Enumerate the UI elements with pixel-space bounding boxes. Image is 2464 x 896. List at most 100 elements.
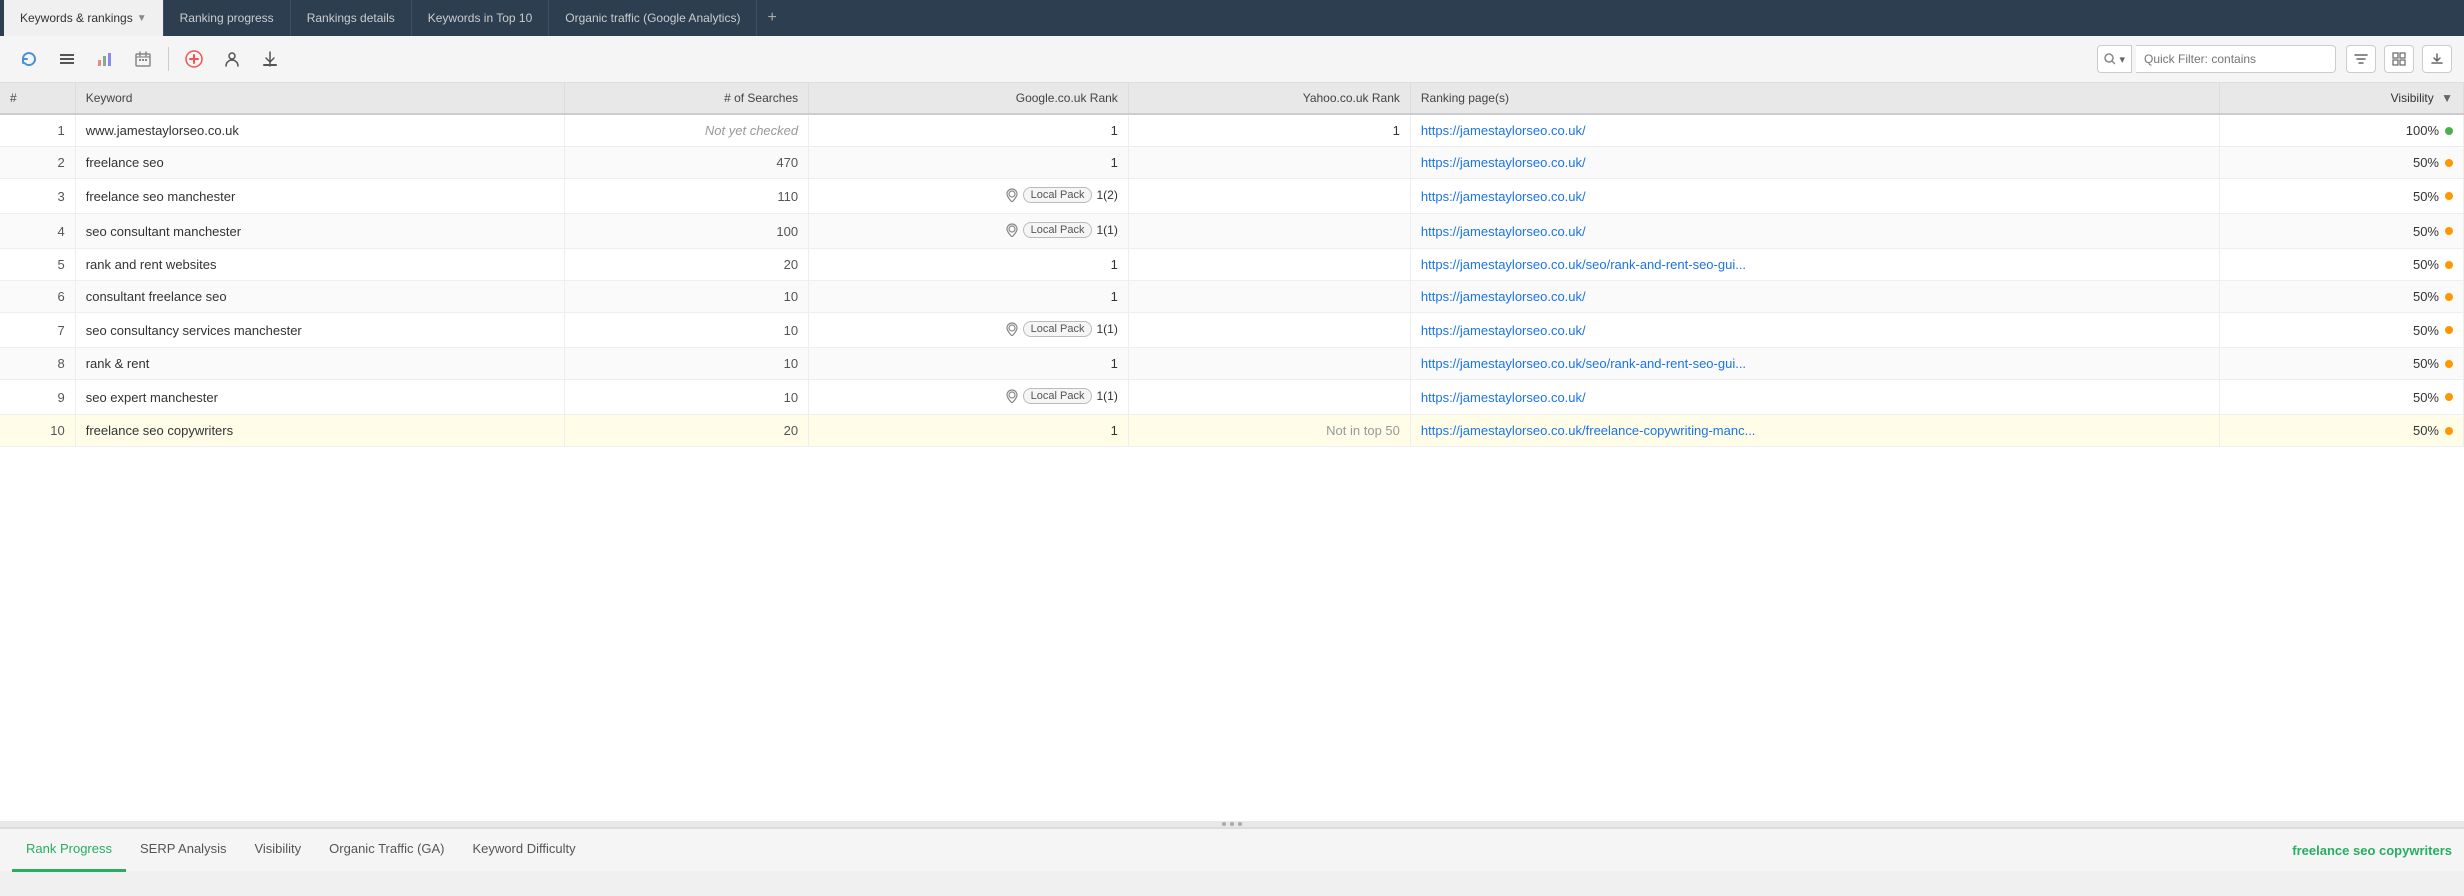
- row-ranking-page[interactable]: https://jamestaylorseo.co.uk/: [1410, 179, 2219, 214]
- row-yahoo-rank: [1128, 179, 1410, 214]
- row-ranking-page[interactable]: https://jamestaylorseo.co.uk/: [1410, 147, 2219, 179]
- row-keyword[interactable]: rank & rent: [75, 348, 564, 380]
- row-num: 4: [0, 214, 75, 249]
- row-google-rank: 1: [809, 114, 1129, 147]
- row-visibility: 50%: [2219, 214, 2463, 249]
- row-google-rank: 1: [809, 147, 1129, 179]
- tab-bar: Keywords & rankings ▼ Ranking progress R…: [0, 0, 2464, 36]
- row-searches: 100: [564, 214, 808, 249]
- row-visibility: 50%: [2219, 380, 2463, 415]
- table-row: 8rank & rent101https://jamestaylorseo.co…: [0, 348, 2464, 380]
- bottom-tab-rank-progress[interactable]: Rank Progress: [12, 828, 126, 872]
- row-keyword[interactable]: freelance seo manchester: [75, 179, 564, 214]
- row-ranking-page[interactable]: https://jamestaylorseo.co.uk/: [1410, 114, 2219, 147]
- row-ranking-page[interactable]: https://jamestaylorseo.co.uk/: [1410, 214, 2219, 249]
- row-google-rank: Local Pack 1(1): [809, 380, 1129, 415]
- row-visibility: 50%: [2219, 348, 2463, 380]
- row-searches: 20: [564, 249, 808, 281]
- user-button[interactable]: [215, 42, 249, 76]
- tab-organic-traffic[interactable]: Organic traffic (Google Analytics): [549, 0, 757, 36]
- row-keyword[interactable]: rank and rent websites: [75, 249, 564, 281]
- tab-ranking-progress[interactable]: Ranking progress: [164, 0, 291, 36]
- row-searches: 20: [564, 415, 808, 447]
- col-yahoo-rank[interactable]: Yahoo.co.uk Rank: [1128, 83, 1410, 114]
- row-keyword[interactable]: seo consultant manchester: [75, 214, 564, 249]
- row-ranking-page[interactable]: https://jamestaylorseo.co.uk/: [1410, 380, 2219, 415]
- layout-button[interactable]: [2384, 45, 2414, 73]
- bottom-tab-bar: Rank Progress SERP Analysis Visibility O…: [0, 827, 2464, 871]
- row-yahoo-rank: [1128, 380, 1410, 415]
- tab-rankings-details[interactable]: Rankings details: [291, 0, 412, 36]
- row-num: 7: [0, 313, 75, 348]
- search-dropdown-label: ▾: [2119, 53, 2125, 66]
- table-row: 5rank and rent websites201https://jamest…: [0, 249, 2464, 281]
- col-keyword[interactable]: Keyword: [75, 83, 564, 114]
- row-keyword[interactable]: freelance seo: [75, 147, 564, 179]
- col-visibility[interactable]: Visibility ▼: [2219, 83, 2463, 114]
- row-google-rank: 1: [809, 415, 1129, 447]
- row-keyword[interactable]: seo consultancy services manchester: [75, 313, 564, 348]
- separator-1: [168, 47, 169, 71]
- tab-keywords-top10[interactable]: Keywords in Top 10: [412, 0, 550, 36]
- table-row: 3freelance seo manchester110 Local Pack …: [0, 179, 2464, 214]
- bottom-tab-serp-analysis[interactable]: SERP Analysis: [126, 828, 240, 872]
- row-google-rank: 1: [809, 281, 1129, 313]
- row-num: 3: [0, 179, 75, 214]
- keywords-table-container: # Keyword # of Searches Google.co.uk Ran…: [0, 83, 2464, 821]
- row-searches: 470: [564, 147, 808, 179]
- quick-filter-input[interactable]: [2136, 45, 2336, 73]
- col-google-rank[interactable]: Google.co.uk Rank: [809, 83, 1129, 114]
- row-visibility: 50%: [2219, 249, 2463, 281]
- add-tab-button[interactable]: +: [757, 0, 786, 36]
- row-ranking-page[interactable]: https://jamestaylorseo.co.uk/: [1410, 313, 2219, 348]
- list-view-button[interactable]: [50, 42, 84, 76]
- search-dropdown[interactable]: ▾: [2097, 45, 2132, 73]
- row-num: 5: [0, 249, 75, 281]
- col-searches[interactable]: # of Searches: [564, 83, 808, 114]
- refresh-button[interactable]: [12, 42, 46, 76]
- bottom-tab-visibility[interactable]: Visibility: [240, 828, 315, 872]
- row-yahoo-rank: [1128, 249, 1410, 281]
- row-num: 8: [0, 348, 75, 380]
- row-visibility: 50%: [2219, 147, 2463, 179]
- row-ranking-page[interactable]: https://jamestaylorseo.co.uk/: [1410, 281, 2219, 313]
- table-row: 7seo consultancy services manchester10 L…: [0, 313, 2464, 348]
- download-button[interactable]: [2422, 45, 2452, 73]
- quick-filter-wrap: ▾: [2097, 45, 2336, 73]
- row-num: 9: [0, 380, 75, 415]
- col-num: #: [0, 83, 75, 114]
- row-yahoo-rank: Not in top 50: [1128, 415, 1410, 447]
- row-keyword[interactable]: consultant freelance seo: [75, 281, 564, 313]
- row-num: 6: [0, 281, 75, 313]
- filter-button[interactable]: [2346, 45, 2376, 73]
- bottom-tab-organic-traffic[interactable]: Organic Traffic (GA): [315, 828, 458, 872]
- table-row: 1www.jamestaylorseo.co.ukNot yet checked…: [0, 114, 2464, 147]
- tab-keywords-rankings[interactable]: Keywords & rankings ▼: [4, 0, 164, 36]
- row-google-rank: Local Pack 1(1): [809, 214, 1129, 249]
- calendar-button[interactable]: [126, 42, 160, 76]
- col-ranking-page[interactable]: Ranking page(s): [1410, 83, 2219, 114]
- row-visibility: 100%: [2219, 114, 2463, 147]
- row-visibility: 50%: [2219, 179, 2463, 214]
- row-google-rank: Local Pack 1(1): [809, 313, 1129, 348]
- keywords-table: # Keyword # of Searches Google.co.uk Ran…: [0, 83, 2464, 447]
- chart-view-button[interactable]: [88, 42, 122, 76]
- row-ranking-page[interactable]: https://jamestaylorseo.co.uk/seo/rank-an…: [1410, 249, 2219, 281]
- row-searches: 10: [564, 281, 808, 313]
- row-searches: 10: [564, 380, 808, 415]
- row-ranking-page[interactable]: https://jamestaylorseo.co.uk/seo/rank-an…: [1410, 348, 2219, 380]
- bottom-right-keyword[interactable]: freelance seo copywriters: [2292, 843, 2452, 858]
- row-visibility: 50%: [2219, 281, 2463, 313]
- row-keyword[interactable]: www.jamestaylorseo.co.uk: [75, 114, 564, 147]
- row-yahoo-rank: [1128, 313, 1410, 348]
- row-ranking-page[interactable]: https://jamestaylorseo.co.uk/freelance-c…: [1410, 415, 2219, 447]
- add-keyword-button[interactable]: [177, 42, 211, 76]
- row-yahoo-rank: [1128, 214, 1410, 249]
- tab-dropdown-icon[interactable]: ▼: [137, 13, 147, 24]
- row-yahoo-rank: [1128, 348, 1410, 380]
- bottom-tab-keyword-difficulty[interactable]: Keyword Difficulty: [459, 828, 590, 872]
- row-keyword[interactable]: seo expert manchester: [75, 380, 564, 415]
- row-keyword[interactable]: freelance seo copywriters: [75, 415, 564, 447]
- import-export-button[interactable]: [253, 42, 287, 76]
- row-num: 2: [0, 147, 75, 179]
